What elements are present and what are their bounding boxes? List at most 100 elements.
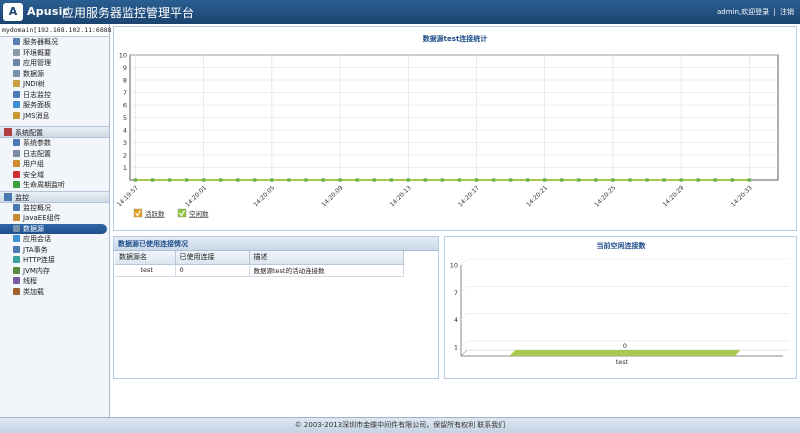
- table-cell: 数据源test的活动连接数: [249, 264, 404, 277]
- chart-title: 当前空闲连接数: [597, 241, 647, 250]
- sidebar-item-label: 应用管理: [23, 59, 51, 67]
- sidebar-item-document[interactable]: 环境概要: [0, 48, 109, 59]
- idle-connections-chart: 当前空闲连接数 1 4 7 10 0 test: [450, 241, 789, 366]
- data-point: [543, 178, 547, 182]
- y-tick-label: 8: [123, 77, 127, 85]
- x-tick-label: 14:19:57: [116, 184, 140, 208]
- data-point: [321, 178, 325, 182]
- sidebar-item-tree[interactable]: JNDI树: [0, 79, 109, 90]
- y-tick-label: 2: [123, 152, 127, 160]
- message-icon: [13, 111, 20, 119]
- classload-icon: [13, 287, 20, 295]
- sidebar-item-security[interactable]: 安全域: [0, 170, 109, 181]
- sidebar-item-label: 日志监控: [23, 90, 51, 99]
- security-icon: [13, 170, 20, 178]
- sidebar-item-label: JMS消息: [23, 111, 50, 120]
- sidebar-item-component[interactable]: JavaEE组件: [0, 213, 109, 224]
- bar-0: [509, 350, 741, 356]
- data-point: [679, 178, 683, 182]
- sidebar-item-server[interactable]: 服务器概况: [0, 37, 109, 48]
- x-tick-label: 14:20:01: [184, 184, 208, 208]
- logout-link[interactable]: 注销: [780, 8, 794, 16]
- data-point: [253, 178, 257, 182]
- document-icon: [13, 48, 20, 56]
- x-tick-label: 14:20:21: [525, 184, 549, 208]
- data-point: [287, 178, 291, 182]
- sidebar-item-session[interactable]: 应用会话: [0, 234, 109, 245]
- sidebar-item-monitor[interactable]: 日志监控: [0, 90, 109, 101]
- sidebar-item-memory[interactable]: JVM内存: [0, 266, 109, 277]
- depth-edge: [460, 349, 468, 357]
- column-header: 描述: [249, 251, 404, 265]
- sidebar-item-users[interactable]: 用户组: [0, 159, 109, 170]
- used-connections-table: 数据源名 已使用连接 描述 test 0 数据源test的活动连接数: [115, 251, 404, 277]
- y-gridline-depth: [460, 340, 468, 348]
- data-point: [440, 178, 445, 182]
- panel-icon: [13, 101, 20, 108]
- sidebar-item-label: 安全域: [23, 170, 44, 179]
- data-point: [526, 178, 530, 182]
- session-icon: [13, 235, 20, 242]
- sidebar-item-database[interactable]: 数据源: [0, 223, 107, 234]
- sidebar-item-chart[interactable]: 监控概况: [0, 203, 109, 214]
- idle-connections-panel: 当前空闲连接数 1 4 7 10 0 test: [444, 236, 797, 379]
- table-cell: test: [115, 264, 176, 277]
- sidebar-item-label: 服务面板: [23, 101, 51, 109]
- x-tick-label: 14:20:29: [662, 184, 686, 208]
- data-point: [457, 178, 462, 182]
- table-row: test 0 数据源test的活动连接数: [115, 264, 404, 277]
- y-tick-label: 7: [123, 89, 127, 97]
- data-point: [747, 178, 751, 182]
- sidebar-item-network[interactable]: 系统参数: [0, 138, 109, 149]
- sidebar-item-classload[interactable]: 类加载: [0, 287, 109, 298]
- welcome-text: admin,欢迎登录: [717, 8, 770, 16]
- x-tick-label: 14:20:33: [730, 184, 754, 208]
- data-point: [662, 178, 666, 182]
- data-point: [645, 178, 649, 182]
- y-tick-label: 10: [119, 52, 127, 60]
- legend-label-1: 空闲数: [189, 209, 209, 218]
- sidebar-item-database[interactable]: 数据源: [0, 69, 109, 80]
- sidebar-item-label: 监控概况: [23, 203, 51, 212]
- x-tick-label: 14:20:09: [320, 184, 344, 208]
- data-point: [594, 178, 598, 182]
- sidebar-item-lifecycle[interactable]: 生命周期监听: [0, 180, 109, 191]
- sidebar-item-message[interactable]: JMS消息: [0, 111, 109, 122]
- data-point: [133, 178, 138, 182]
- section-header-1[interactable]: 系统配置: [0, 126, 109, 138]
- table-cell: 0: [175, 264, 250, 277]
- sidebar-item-label: 数据源: [23, 69, 44, 78]
- sidebar-item-log[interactable]: 日志配置: [0, 149, 109, 160]
- apusic-logo-icon: A: [3, 3, 23, 21]
- server-icon: [13, 38, 20, 45]
- sidebar: mydomain[192.168.102.11:6888] 服务器概况 环境概要应…: [0, 24, 116, 417]
- data-point: [304, 178, 308, 182]
- y-tick-label: 10: [450, 262, 458, 270]
- used-connections-panel: 数据源已使用连接情况 数据源名 已使用连接 描述 test 0 数据源test的活动连接…: [113, 236, 439, 379]
- sidebar-item-label: JavaEE组件: [23, 214, 61, 222]
- app-header: A Apusic 应用服务器监控管理平台 admin,欢迎登录 | 注销: [0, 0, 800, 24]
- y-tick-label: 1: [454, 343, 458, 351]
- y-tick-label: 4: [454, 316, 458, 324]
- sidebar-item-label: 线程: [23, 277, 37, 285]
- table-title: 数据源已使用连接情况: [114, 237, 438, 251]
- y-gridline-depth: [460, 313, 468, 320]
- sidebar-item-app[interactable]: 应用管理: [0, 58, 109, 69]
- data-point: [713, 178, 717, 182]
- sidebar-item-transaction[interactable]: JTA事务: [0, 245, 109, 256]
- connection-stats-panel: 数据源test连接统计 1 2 3 4 5 6 7 8 9 10 14:19:57 14:20:01 14…: [113, 26, 797, 231]
- data-point: [236, 178, 240, 182]
- sidebar-item-thread[interactable]: 线程: [0, 276, 109, 287]
- main-content: 数据源test连接统计 1 2 3 4 5 6 7 8 9 10 14:19:57 14:20:01 14…: [113, 26, 797, 416]
- y-gridline-depth: [460, 258, 468, 266]
- y-tick-label: 9: [123, 64, 127, 72]
- data-point: [219, 178, 223, 182]
- sidebar-item-http[interactable]: HTTP连接: [0, 255, 109, 266]
- domain-label: mydomain[192.168.102.11:6888]: [0, 24, 116, 37]
- sidebar-item-label: 应用会话: [23, 235, 51, 243]
- x-tick-label: 14:20:05: [252, 184, 276, 208]
- section-header-2[interactable]: 监控: [0, 190, 109, 203]
- data-point: [423, 178, 427, 182]
- data-point: [150, 178, 155, 182]
- sidebar-item-panel[interactable]: 服务面板: [0, 100, 109, 111]
